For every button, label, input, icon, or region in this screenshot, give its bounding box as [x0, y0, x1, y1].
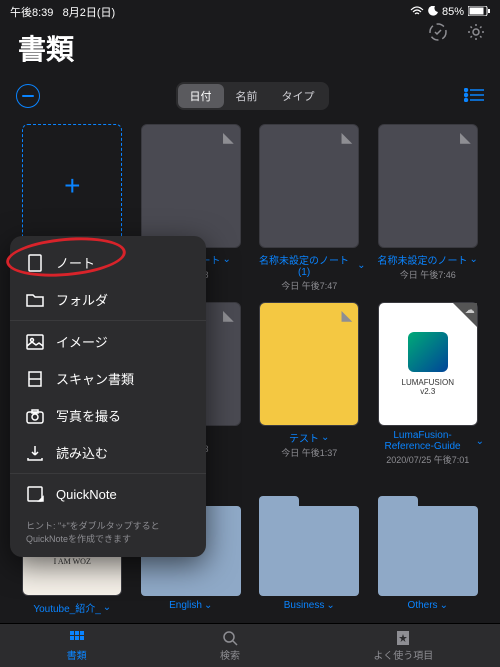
menu-image[interactable]: イメージ	[10, 323, 206, 360]
bottom-tab-bar: 書類 検索 よく使う項目	[0, 623, 500, 667]
menu-label: QuickNote	[56, 487, 117, 502]
doc-tile[interactable]: LUMAFUSIONv2.3 LumaFusion-Reference-Guid…	[372, 302, 485, 466]
status-time: 午後8:39	[10, 7, 53, 19]
cloud-download-icon	[453, 303, 477, 327]
menu-label: 読み込む	[56, 443, 108, 462]
seg-name[interactable]: 名前	[224, 84, 270, 108]
doc-name[interactable]: 名称未設定のノート (1)	[253, 252, 366, 278]
collapse-button[interactable]	[16, 84, 40, 108]
doc-name[interactable]: English	[169, 600, 212, 611]
plus-icon[interactable]: +	[22, 124, 122, 248]
tab-documents[interactable]: 書類	[67, 630, 87, 662]
seg-type[interactable]: タイプ	[270, 84, 327, 108]
sort-segmented[interactable]: 日付 名前 タイプ	[176, 82, 329, 110]
folder-tile[interactable]: Business	[253, 476, 366, 615]
menu-label: イメージ	[56, 332, 108, 351]
menu-label: 写真を撮る	[56, 406, 121, 425]
doc-name[interactable]: Youtube_紹介_	[33, 600, 111, 615]
battery-icon	[468, 6, 490, 19]
add-menu-popup: ノート フォルダ イメージ スキャン書類 写真を撮る 読み込む QuickNot…	[10, 236, 206, 557]
bookmark-icon: ◣	[223, 307, 234, 324]
gear-icon[interactable]	[466, 22, 486, 45]
doc-name[interactable]: Others	[408, 600, 448, 611]
doc-date: 今日 午後7:46	[378, 268, 478, 281]
bookmark-icon: ◣	[460, 129, 471, 146]
doc-tile[interactable]: ◣ 名称未設定のノート (1)今日 午後7:47	[253, 124, 366, 292]
menu-label: ノート	[56, 253, 95, 272]
doc-date: 今日 午後7:47	[253, 279, 366, 292]
list-view-button[interactable]	[464, 88, 484, 105]
page-title: 書類	[0, 24, 500, 76]
wifi-icon	[410, 6, 424, 19]
doc-date: 2020/07/25 午後7:01	[372, 453, 485, 466]
bookmark-icon: ◣	[341, 307, 352, 324]
bookmark-icon: ◣	[223, 129, 234, 146]
doc-tile[interactable]: ◣ 名称未設定のノート今日 午後7:46	[372, 124, 485, 292]
menu-camera[interactable]: 写真を撮る	[10, 397, 206, 434]
sync-icon[interactable]	[428, 22, 448, 45]
menu-import[interactable]: 読み込む	[10, 434, 206, 471]
status-date: 8月2日(日)	[63, 7, 116, 19]
bookmark-icon: ◣	[341, 129, 352, 146]
doc-tile[interactable]: ◣ テスト今日 午後1:37	[253, 302, 366, 466]
doc-name[interactable]: テスト	[281, 430, 337, 445]
tab-search[interactable]: 検索	[220, 630, 240, 662]
folder-tile[interactable]: Others	[372, 476, 485, 615]
dnd-icon	[428, 6, 438, 19]
battery-pct: 85%	[442, 6, 464, 18]
menu-scan[interactable]: スキャン書類	[10, 360, 206, 397]
tab-favorites[interactable]: よく使う項目	[373, 630, 433, 662]
doc-date: 今日 午後1:37	[281, 446, 337, 459]
menu-hint: ヒント: "+"をダブルタップするとQuickNoteを作成できます	[10, 512, 206, 549]
seg-date[interactable]: 日付	[178, 84, 224, 108]
doc-name[interactable]: Business	[284, 600, 335, 611]
menu-label: スキャン書類	[56, 369, 134, 388]
menu-note[interactable]: ノート	[10, 244, 206, 281]
menu-folder[interactable]: フォルダ	[10, 281, 206, 318]
menu-label: フォルダ	[56, 290, 108, 309]
doc-name[interactable]: LumaFusion-Reference-Guide	[372, 430, 485, 452]
status-bar: 午後8:39 8月2日(日) 85%	[0, 0, 500, 24]
doc-name[interactable]: 名称未設定のノート	[378, 252, 478, 267]
menu-quicknote[interactable]: QuickNote	[10, 476, 206, 512]
